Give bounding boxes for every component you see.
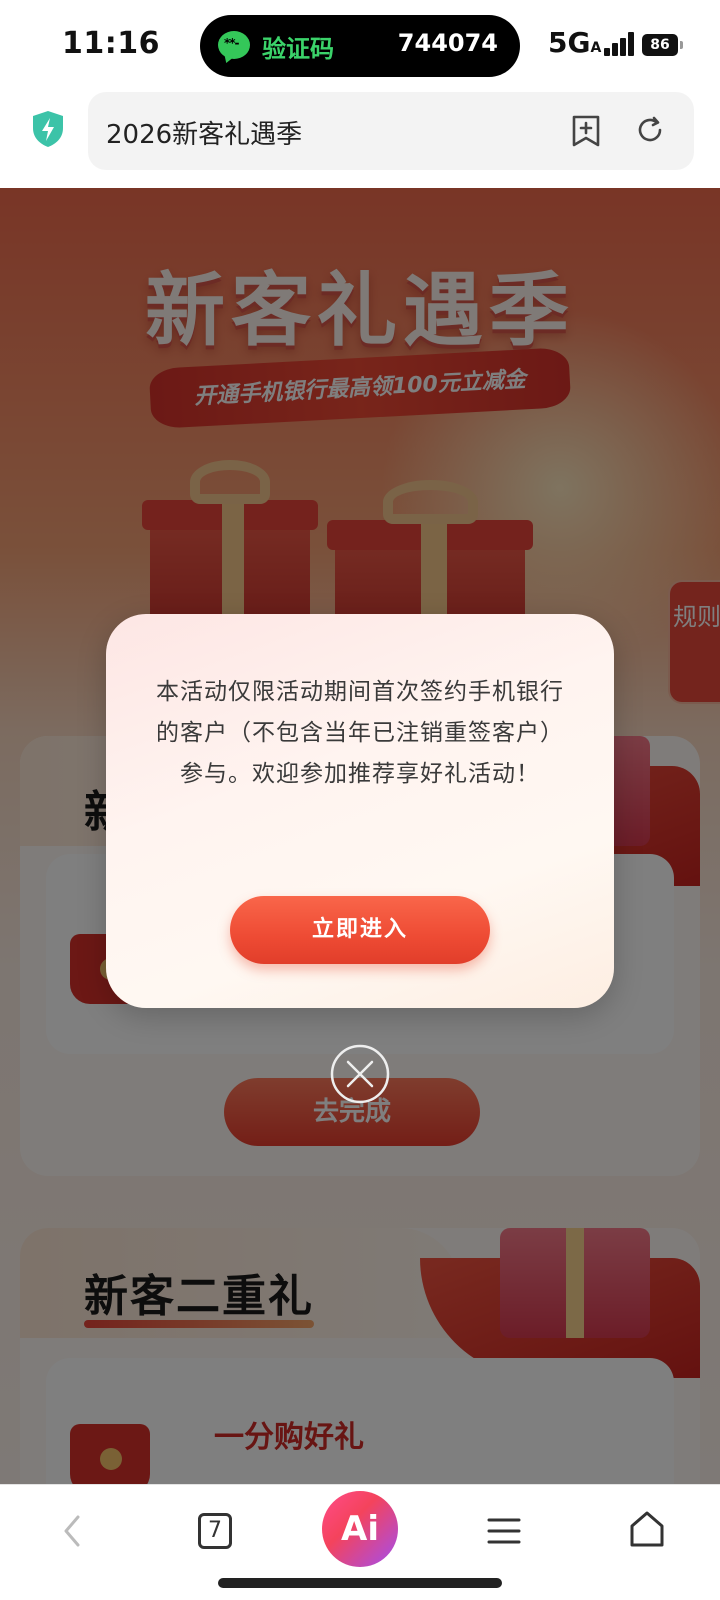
sms-code-notification[interactable]: **- 验证码 744074	[200, 15, 520, 77]
bookmark-add-icon[interactable]	[570, 114, 602, 148]
status-bar: 11:16 **- 验证码 744074 5GA 86	[0, 0, 720, 90]
sms-code: 744074	[397, 29, 498, 57]
tabs-button[interactable]: 7	[198, 1513, 232, 1549]
enter-now-button[interactable]: 立即进入	[230, 896, 490, 964]
address-bar[interactable]: 2026新客礼遇季	[88, 92, 694, 170]
page-title: 2026新客礼遇季	[106, 120, 303, 150]
ai-assistant-button[interactable]: Ai	[322, 1491, 398, 1567]
close-circle-icon[interactable]	[330, 1044, 390, 1104]
browser-address-row: 2026新客礼遇季	[0, 90, 720, 188]
back-icon[interactable]	[52, 1511, 92, 1551]
home-indicator[interactable]	[218, 1578, 502, 1588]
network-indicator: 5GA	[548, 26, 601, 59]
dialog-message: 本活动仅限活动期间首次签约手机银行的客户（不包含当年已注销重签客户）参与。欢迎参…	[156, 679, 564, 787]
signal-icon	[604, 32, 640, 56]
shield-bolt-icon[interactable]	[31, 110, 65, 148]
refresh-icon[interactable]	[634, 114, 666, 146]
status-time: 11:16	[62, 26, 160, 61]
activity-notice-dialog: 本活动仅限活动期间首次签约手机银行的客户（不包含当年已注销重签客户）参与。欢迎参…	[106, 614, 614, 1008]
battery-icon: 86	[642, 34, 683, 56]
home-icon[interactable]	[628, 1509, 666, 1549]
message-icon: **-	[218, 31, 250, 59]
sms-label: 验证码	[262, 35, 334, 63]
network-type: 5G	[548, 26, 591, 59]
menu-icon[interactable]	[486, 1515, 522, 1547]
network-subtype: A	[590, 40, 602, 56]
